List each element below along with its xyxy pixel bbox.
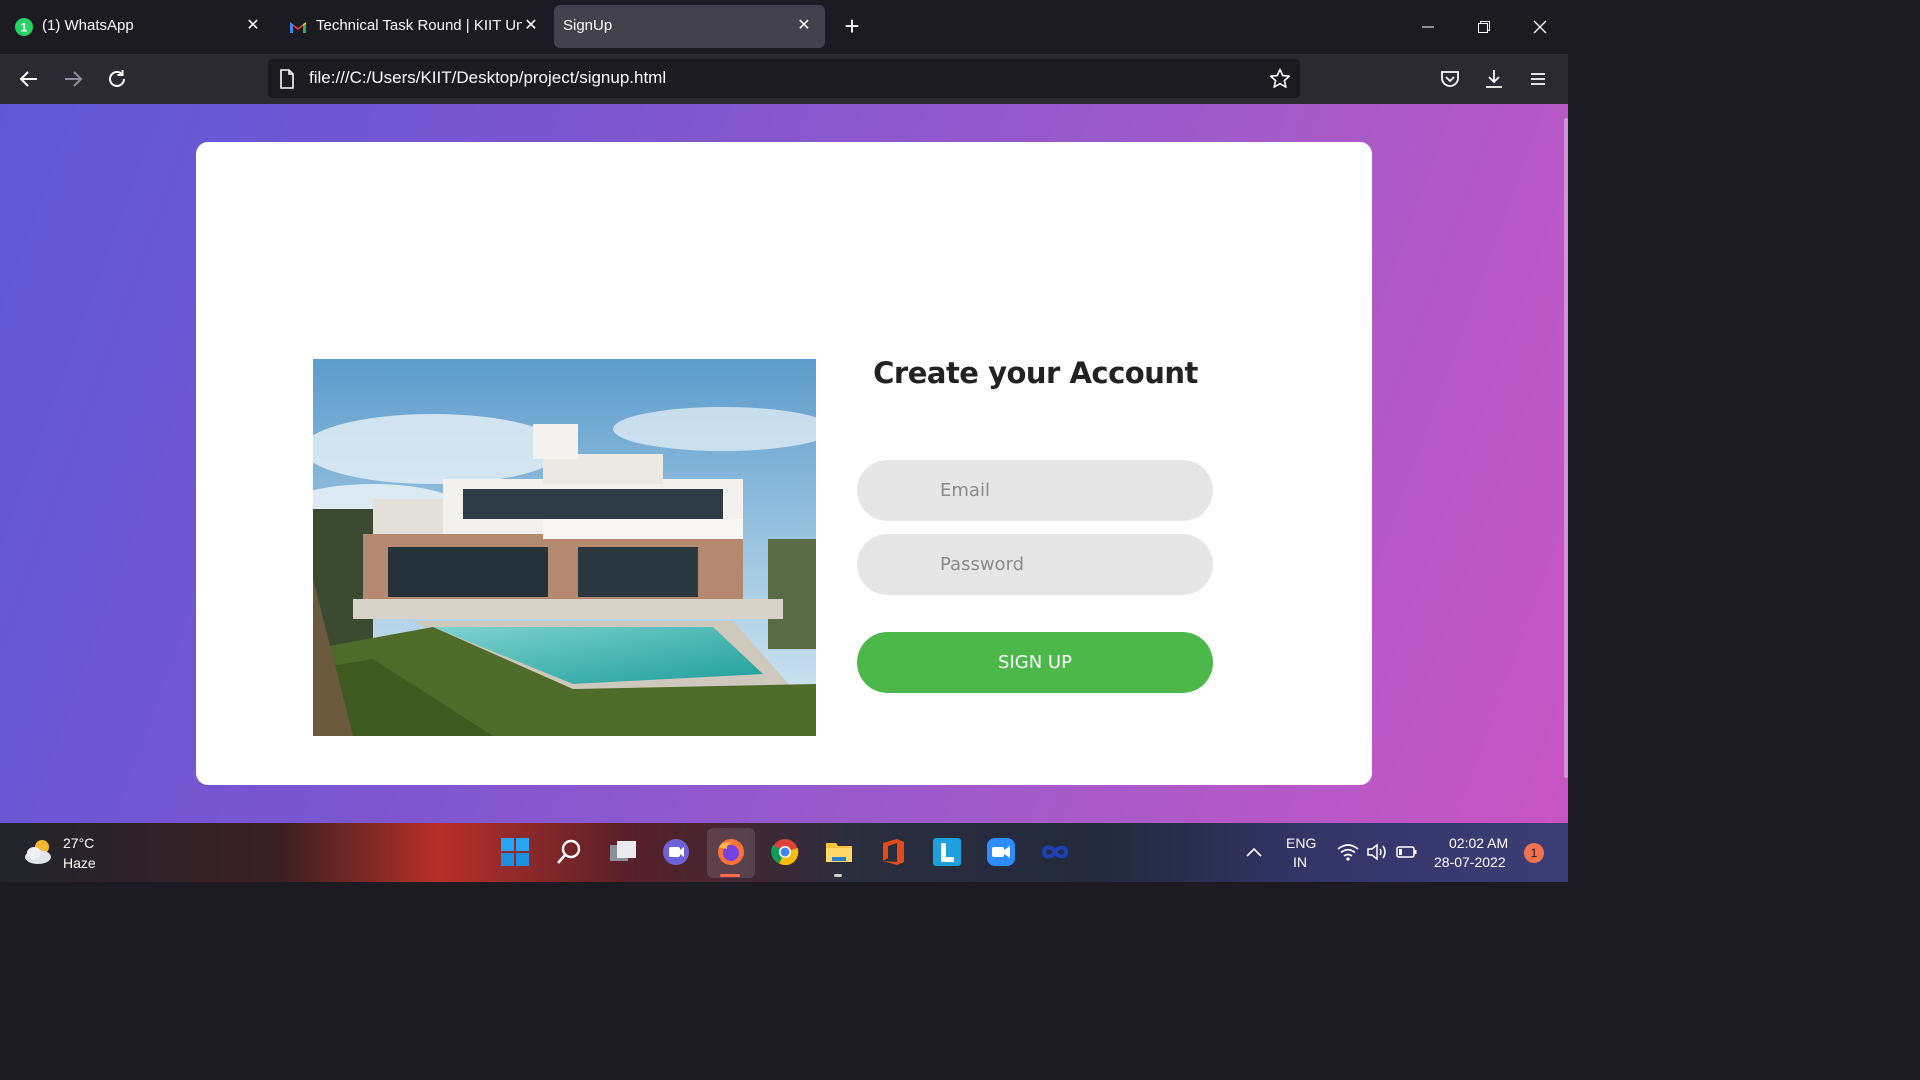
language-indicator[interactable]: ENG (1286, 835, 1316, 851)
tab-label: SignUp (563, 17, 613, 34)
signup-button[interactable]: SIGN UP (857, 632, 1213, 693)
tab-signup[interactable]: SignUp ✕ (554, 5, 825, 48)
running-indicator (834, 874, 842, 877)
signup-card: Create your Account SIGN UP (196, 142, 1372, 785)
email-field[interactable] (857, 460, 1213, 521)
tab-whatsapp[interactable]: 1 (1) WhatsApp ✕ (4, 5, 270, 48)
start-button[interactable] (499, 836, 531, 868)
gmail-icon (290, 22, 306, 33)
pocket-button[interactable] (1437, 66, 1463, 92)
forward-arrow-icon (65, 71, 83, 87)
wifi-icon[interactable] (1337, 843, 1359, 861)
pocket-icon (1441, 71, 1459, 87)
clock-date[interactable]: 28-07-2022 (1434, 854, 1506, 870)
bookmark-star-icon[interactable] (1268, 67, 1292, 91)
task-view-button[interactable] (607, 836, 639, 868)
lightshot-button[interactable] (931, 836, 963, 868)
zoom-icon (987, 838, 1015, 866)
notification-badge[interactable]: 1 (1524, 843, 1544, 863)
windows-logo-icon (501, 838, 529, 866)
active-indicator (720, 874, 740, 877)
weather-cloud-icon[interactable] (22, 835, 56, 869)
app-button[interactable] (1039, 836, 1071, 868)
url-text[interactable]: file:///C:/Users/KIIT/Desktop/project/si… (309, 68, 666, 88)
tab-bar: 1 (1) WhatsApp ✕ Technical Task Round | … (0, 0, 1568, 54)
firefox-taskbar-button[interactable] (715, 836, 747, 868)
scrollbar[interactable] (1564, 118, 1568, 778)
task-view-icon (610, 841, 636, 861)
weather-temperature[interactable]: 27°C (63, 835, 94, 851)
search-button[interactable] (553, 836, 585, 868)
tab-gmail[interactable]: Technical Task Round | KIIT Univ ✕ (278, 5, 548, 48)
menu-button[interactable] (1525, 66, 1551, 92)
battery-icon[interactable] (1396, 844, 1418, 860)
download-icon (1486, 70, 1502, 88)
file-explorer-button[interactable] (823, 836, 855, 868)
clock-time[interactable]: 02:02 AM (1449, 835, 1508, 851)
downloads-button[interactable] (1481, 66, 1507, 92)
chrome-button[interactable] (769, 836, 801, 868)
forward-button[interactable] (60, 66, 86, 92)
new-tab-button[interactable]: + (840, 13, 864, 39)
form-title: Create your Account (873, 356, 1198, 390)
close-tab-icon[interactable]: ✕ (242, 15, 264, 37)
zoom-button[interactable] (985, 836, 1017, 868)
page-content: Create your Account SIGN UP (0, 104, 1568, 823)
chat-icon (663, 839, 689, 865)
chevron-up-icon[interactable] (1244, 845, 1264, 859)
weather-description[interactable]: Haze (63, 855, 96, 871)
language-region[interactable]: IN (1293, 854, 1307, 870)
search-icon (557, 839, 581, 864)
page-icon (280, 69, 294, 89)
tab-label: (1) WhatsApp (42, 17, 134, 34)
folder-icon (826, 843, 852, 862)
house-photo (313, 359, 816, 736)
chrome-icon (771, 839, 799, 866)
navigation-bar: file:///C:/Users/KIIT/Desktop/project/si… (0, 54, 1568, 104)
back-arrow-icon (19, 71, 37, 87)
taskbar: 27°C Haze ENG IN 02:02 AM 28-07-2022 1 (0, 823, 1568, 882)
close-tab-icon[interactable]: ✕ (793, 15, 815, 37)
back-button[interactable] (16, 66, 42, 92)
reload-button[interactable] (104, 66, 130, 92)
l-app-icon (933, 838, 961, 866)
firefox-icon (718, 839, 744, 865)
teams-chat-button[interactable] (660, 836, 692, 868)
restore-button[interactable] (1468, 12, 1500, 42)
office-icon (883, 839, 904, 865)
whatsapp-icon: 1 (15, 18, 33, 36)
tab-label: Technical Task Round | KIIT Univ (316, 17, 522, 34)
minimize-button[interactable] (1412, 12, 1444, 42)
volume-icon[interactable] (1366, 843, 1388, 861)
password-field[interactable] (857, 534, 1213, 595)
close-tab-icon[interactable]: ✕ (520, 15, 542, 37)
address-bar[interactable]: file:///C:/Users/KIIT/Desktop/project/si… (268, 59, 1300, 98)
infinity-app-icon (1041, 845, 1069, 859)
office-button[interactable] (877, 836, 909, 868)
hamburger-menu-icon (1531, 73, 1545, 85)
reload-icon (109, 70, 125, 87)
close-window-button[interactable] (1524, 12, 1556, 42)
svg-text:1: 1 (21, 21, 28, 35)
